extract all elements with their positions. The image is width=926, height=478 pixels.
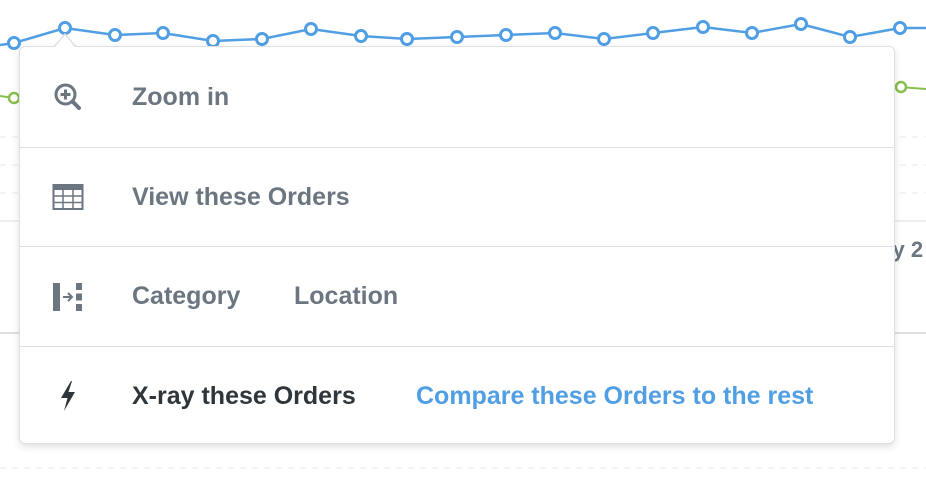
data-point[interactable] xyxy=(893,21,907,35)
data-point[interactable] xyxy=(354,29,368,43)
popover-caret-fill xyxy=(55,35,75,47)
bolt-icon xyxy=(50,378,86,414)
xray-row: X-ray these Orders Compare these Orders … xyxy=(20,346,894,445)
data-point[interactable] xyxy=(794,17,808,31)
data-point[interactable] xyxy=(646,26,660,40)
view-these-orders-action[interactable]: View these Orders xyxy=(132,183,350,212)
breakout-by-location[interactable]: Location xyxy=(294,282,398,311)
data-point[interactable] xyxy=(255,32,269,46)
data-point[interactable] xyxy=(696,20,710,34)
zoom-in-action[interactable]: Zoom in xyxy=(132,83,229,112)
data-point[interactable] xyxy=(156,26,170,40)
table-icon xyxy=(50,179,86,215)
data-point[interactable] xyxy=(843,30,857,44)
data-point[interactable] xyxy=(58,21,72,35)
compare-to-rest-action[interactable]: Compare these Orders to the rest xyxy=(416,382,813,411)
data-point[interactable] xyxy=(108,28,122,42)
view-records-row[interactable]: View these Orders xyxy=(20,147,894,246)
secondary-series-point xyxy=(894,80,908,94)
data-point[interactable] xyxy=(206,34,220,48)
breakout-by-category[interactable]: Category xyxy=(132,282,240,311)
data-point[interactable] xyxy=(400,32,414,46)
breakout-icon xyxy=(50,279,86,315)
data-point[interactable] xyxy=(304,22,318,36)
data-point[interactable] xyxy=(548,26,562,40)
chart-with-popover: ry 2 Zoom in View these Orders Category … xyxy=(0,0,926,478)
secondary-series-point xyxy=(7,91,21,105)
data-point[interactable] xyxy=(745,26,759,40)
breakout-row: Category Location xyxy=(20,246,894,346)
zoom-in-icon xyxy=(50,79,86,115)
data-point[interactable] xyxy=(450,30,464,44)
data-point[interactable] xyxy=(499,28,513,42)
data-point[interactable] xyxy=(597,32,611,46)
chart-click-actions-popover: Zoom in View these Orders Category Locat… xyxy=(19,46,895,444)
data-point[interactable] xyxy=(7,36,21,50)
xray-these-orders-action[interactable]: X-ray these Orders xyxy=(132,382,356,411)
zoom-in-row[interactable]: Zoom in xyxy=(20,47,894,147)
